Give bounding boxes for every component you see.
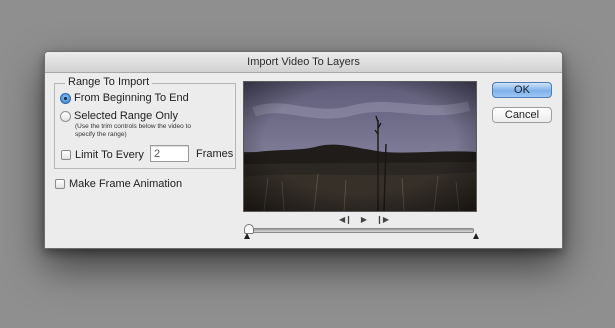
frame-interval-input[interactable] <box>150 145 189 162</box>
checkbox-icon <box>55 179 65 189</box>
trim-end-handle[interactable] <box>473 233 479 239</box>
make-frame-animation-checkbox[interactable]: Make Frame Animation <box>55 178 182 190</box>
dialog-title: Import Video To Layers <box>45 52 562 73</box>
cancel-button[interactable]: Cancel <box>492 107 552 123</box>
trim-slider-track[interactable] <box>248 228 474 233</box>
ok-button[interactable]: OK <box>492 82 552 98</box>
range-group-legend: Range To Import <box>65 76 153 88</box>
radio-unselected-icon <box>60 110 71 122</box>
video-preview <box>243 81 477 212</box>
video-frame-image <box>244 82 476 211</box>
radio-selected-icon <box>60 92 71 104</box>
radio-selected-range-only[interactable]: Selected Range Only <box>60 110 178 122</box>
limit-to-every-checkbox[interactable]: Limit To Every <box>61 149 144 161</box>
radio-from-beginning-label: From Beginning To End <box>74 92 189 104</box>
radio-selected-range-label: Selected Range Only <box>74 110 178 122</box>
limit-to-every-label: Limit To Every <box>75 149 144 161</box>
range-hint-text: (Use the trim controls below the video t… <box>75 123 191 138</box>
frames-label: Frames <box>196 148 234 160</box>
previous-frame-icon[interactable]: ◀❙ <box>339 215 352 224</box>
radio-from-beginning-to-end[interactable]: From Beginning To End <box>60 92 189 104</box>
import-video-dialog: Import Video To Layers Range To Import F… <box>44 51 563 249</box>
checkbox-icon <box>61 150 71 160</box>
trim-start-handle[interactable] <box>244 233 250 239</box>
make-frame-animation-label: Make Frame Animation <box>69 178 183 190</box>
next-frame-icon[interactable]: ❙▶ <box>376 215 389 224</box>
playback-controls: ◀❙ ▶ ❙▶ <box>339 214 389 224</box>
play-icon[interactable]: ▶ <box>361 215 367 224</box>
